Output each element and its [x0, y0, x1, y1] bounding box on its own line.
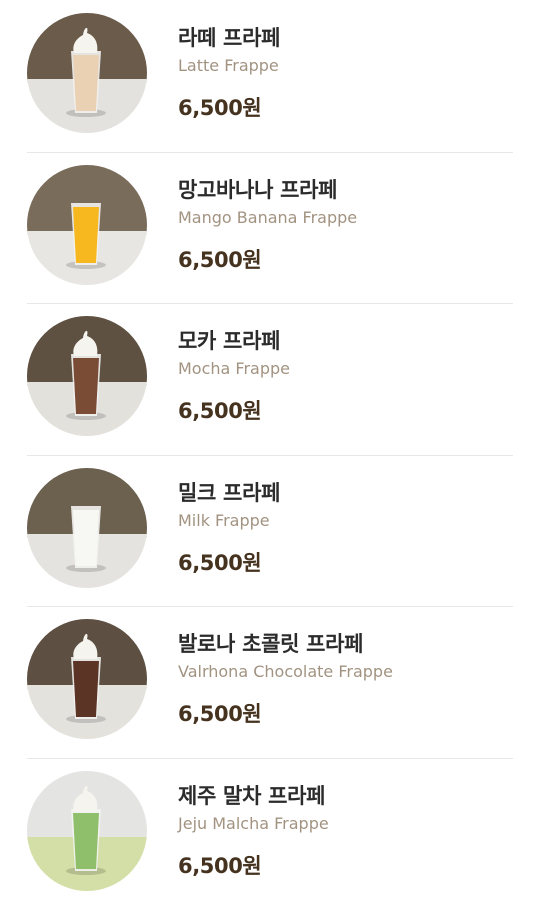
- menu-item[interactable]: 라떼 프라페 Latte Frappe 6,500원: [0, 0, 540, 152]
- product-info: 망고바나나 프라페 Mango Banana Frappe 6,500원: [178, 176, 357, 274]
- milk-frappe-photo: [27, 468, 147, 588]
- product-name-english: Latte Frappe: [178, 55, 280, 77]
- product-thumbnail[interactable]: [27, 619, 147, 739]
- product-name-korean: 모카 프라페: [178, 327, 290, 355]
- product-price: 6,500원: [178, 94, 280, 122]
- product-price: 6,500원: [178, 700, 393, 728]
- product-info: 밀크 프라페 Milk Frappe 6,500원: [178, 479, 280, 577]
- jeju-malcha-frappe-photo: [27, 771, 147, 891]
- product-name-english: Mocha Frappe: [178, 358, 290, 380]
- product-name-korean: 제주 말차 프라페: [178, 782, 329, 810]
- product-thumbnail[interactable]: [27, 13, 147, 133]
- product-thumbnail[interactable]: [27, 316, 147, 436]
- product-name-korean: 밀크 프라페: [178, 479, 280, 507]
- valrhona-chocolate-frappe-photo: [27, 619, 147, 739]
- product-info: 라떼 프라페 Latte Frappe 6,500원: [178, 24, 280, 122]
- product-info: 제주 말차 프라페 Jeju Malcha Frappe 6,500원: [178, 782, 329, 880]
- menu-item[interactable]: 발로나 초콜릿 프라페 Valrhona Chocolate Frappe 6,…: [0, 606, 540, 758]
- menu-item[interactable]: 망고바나나 프라페 Mango Banana Frappe 6,500원: [0, 152, 540, 304]
- product-name-english: Mango Banana Frappe: [178, 207, 357, 229]
- mocha-frappe-photo: [27, 316, 147, 436]
- latte-frappe-photo: [27, 13, 147, 133]
- menu-item[interactable]: 제주 말차 프라페 Jeju Malcha Frappe 6,500원: [0, 758, 540, 909]
- product-price: 6,500원: [178, 852, 329, 880]
- product-name-english: Jeju Malcha Frappe: [178, 813, 329, 835]
- product-price: 6,500원: [178, 397, 290, 425]
- product-name-korean: 망고바나나 프라페: [178, 176, 357, 204]
- product-thumbnail[interactable]: [27, 165, 147, 285]
- product-name-english: Milk Frappe: [178, 510, 280, 532]
- menu-list: 라떼 프라페 Latte Frappe 6,500원 망고바나나 프라페 Man…: [0, 0, 540, 909]
- mango-banana-frappe-photo: [27, 165, 147, 285]
- product-thumbnail[interactable]: [27, 771, 147, 891]
- product-info: 모카 프라페 Mocha Frappe 6,500원: [178, 327, 290, 425]
- menu-item[interactable]: 모카 프라페 Mocha Frappe 6,500원: [0, 303, 540, 455]
- product-name-english: Valrhona Chocolate Frappe: [178, 661, 393, 683]
- product-name-korean: 라떼 프라페: [178, 24, 280, 52]
- product-info: 발로나 초콜릿 프라페 Valrhona Chocolate Frappe 6,…: [178, 630, 393, 728]
- product-price: 6,500원: [178, 549, 280, 577]
- product-name-korean: 발로나 초콜릿 프라페: [178, 630, 393, 658]
- product-thumbnail[interactable]: [27, 468, 147, 588]
- product-price: 6,500원: [178, 246, 357, 274]
- menu-item[interactable]: 밀크 프라페 Milk Frappe 6,500원: [0, 455, 540, 607]
